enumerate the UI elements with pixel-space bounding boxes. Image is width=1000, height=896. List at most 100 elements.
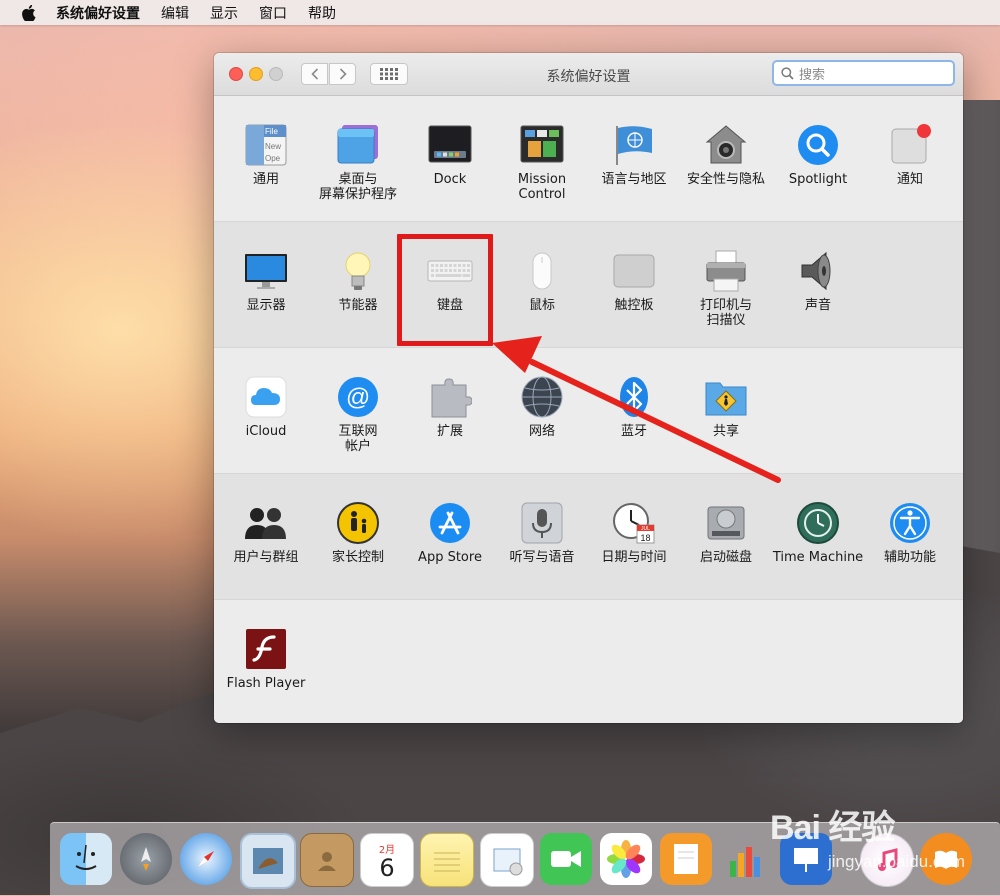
- svg-text:File: File: [265, 127, 278, 136]
- menu-bar: 系统偏好设置 编辑 显示 窗口 帮助: [0, 0, 1000, 25]
- pane-dock[interactable]: Dock: [404, 122, 496, 187]
- mail-icon[interactable]: [240, 833, 296, 889]
- pane-label: 通用: [252, 172, 279, 187]
- svg-text:Ope: Ope: [265, 154, 281, 163]
- pane-label: 共享: [712, 424, 739, 439]
- pane-bluetooth[interactable]: 蓝牙: [588, 374, 680, 439]
- pane-label: 扩展: [436, 424, 463, 439]
- pane-general[interactable]: File New Ope 通用: [220, 122, 312, 187]
- startup-disk-icon: [703, 500, 749, 546]
- pages-icon[interactable]: [660, 833, 712, 885]
- pane-internet-accounts[interactable]: @ 互联网 帐户: [312, 374, 404, 454]
- apple-logo-icon[interactable]: [22, 4, 36, 21]
- facetime-icon[interactable]: [540, 833, 592, 885]
- flash-player-icon: [243, 626, 289, 672]
- menu-edit[interactable]: 编辑: [161, 3, 189, 23]
- pane-label: 语言与地区: [601, 172, 667, 187]
- sharing-icon: [703, 374, 749, 420]
- network-icon: [519, 374, 565, 420]
- pane-app-store[interactable]: App Store: [404, 500, 496, 565]
- pane-startup-disk[interactable]: 启动磁盘: [680, 500, 772, 565]
- section-personal: File New Ope 通用 桌面与 屏幕保护程序 Dock Mission …: [214, 96, 963, 222]
- mouse-icon: [519, 248, 565, 294]
- pane-network[interactable]: 网络: [496, 374, 588, 439]
- icloud-icon: [243, 374, 289, 420]
- extensions-icon: [427, 374, 473, 420]
- pane-spotlight[interactable]: Spotlight: [772, 122, 864, 187]
- pane-label: 互联网 帐户: [338, 424, 378, 454]
- pane-sound[interactable]: 声音: [772, 248, 864, 313]
- baidu-watermark: Bai 经验 jingyan.baidu.com: [770, 792, 1000, 895]
- trackpad-icon: [611, 248, 657, 294]
- pane-label: 蓝牙: [620, 424, 647, 439]
- notes-icon[interactable]: [420, 833, 474, 887]
- pane-mouse[interactable]: 鼠标: [496, 248, 588, 313]
- pane-trackpad[interactable]: 触控板: [588, 248, 680, 313]
- users-groups-icon: [243, 500, 289, 546]
- pane-label: Dock: [433, 172, 467, 187]
- menu-window[interactable]: 窗口: [259, 3, 287, 23]
- bluetooth-icon: [611, 374, 657, 420]
- svg-text:@: @: [346, 384, 370, 411]
- pane-label: Time Machine: [772, 550, 864, 565]
- photos-icon[interactable]: [600, 833, 652, 885]
- pane-desktop-screensaver[interactable]: 桌面与 屏幕保护程序: [312, 122, 404, 202]
- security-privacy-icon: [703, 122, 749, 168]
- system-preferences-window: 系统偏好设置 搜索 File New Ope 通用 桌面与 屏幕保护程序 Doc…: [214, 53, 963, 723]
- menu-view[interactable]: 显示: [210, 3, 238, 23]
- spotlight-icon: [795, 122, 841, 168]
- pane-time-machine[interactable]: Time Machine: [772, 500, 864, 565]
- desktop-screensaver-icon: [335, 122, 381, 168]
- pane-dictation-speech[interactable]: 听写与语音: [496, 500, 588, 565]
- section-hardware: 显示器 节能器 键盘 鼠标 触控板 打印机与 扫描仪 声音: [214, 222, 963, 348]
- notifications-icon: [887, 122, 933, 168]
- pane-icloud[interactable]: iCloud: [220, 374, 312, 439]
- pane-label: Spotlight: [788, 172, 848, 187]
- internet-accounts-icon: @: [335, 374, 381, 420]
- pane-label: 听写与语音: [509, 550, 575, 565]
- numbers-icon[interactable]: [720, 833, 772, 885]
- calendar-icon[interactable]: 2月 6: [360, 833, 414, 887]
- menu-help[interactable]: 帮助: [308, 3, 336, 23]
- pane-printers-scanners[interactable]: 打印机与 扫描仪: [680, 248, 772, 328]
- pane-accessibility[interactable]: 辅助功能: [864, 500, 956, 565]
- pane-mission-control[interactable]: Mission Control: [496, 122, 588, 202]
- pane-parental-controls[interactable]: 家长控制: [312, 500, 404, 565]
- search-field[interactable]: 搜索: [772, 60, 955, 86]
- pane-notifications[interactable]: 通知: [864, 122, 956, 187]
- dictation-speech-icon: [519, 500, 565, 546]
- safari-icon[interactable]: [180, 833, 232, 885]
- pane-label: 通知: [896, 172, 923, 187]
- svg-text:New: New: [265, 142, 281, 151]
- pane-users-groups[interactable]: 用户与群组: [220, 500, 312, 565]
- pane-language-region[interactable]: 语言与地区: [588, 122, 680, 187]
- menu-app-name[interactable]: 系统偏好设置: [56, 3, 140, 23]
- contacts-icon[interactable]: [300, 833, 354, 887]
- reminders-icon[interactable]: [480, 833, 534, 887]
- section-system: 用户与群组 家长控制 App Store 听写与语音 JUL 18 日期与时间 …: [214, 474, 963, 600]
- pane-sharing[interactable]: 共享: [680, 374, 772, 439]
- search-placeholder: 搜索: [799, 67, 826, 83]
- pane-extensions[interactable]: 扩展: [404, 374, 496, 439]
- sound-icon: [795, 248, 841, 294]
- pane-label: Flash Player: [226, 676, 306, 691]
- svg-text:18: 18: [640, 533, 650, 543]
- pane-label: 声音: [804, 298, 831, 313]
- pane-label: Mission Control: [517, 172, 567, 202]
- pane-displays[interactable]: 显示器: [220, 248, 312, 313]
- finder-icon[interactable]: [60, 833, 112, 885]
- app-store-icon: [427, 500, 473, 546]
- pane-date-time[interactable]: JUL 18 日期与时间: [588, 500, 680, 565]
- launchpad-icon[interactable]: [120, 833, 172, 885]
- pane-security-privacy[interactable]: 安全性与隐私: [680, 122, 772, 187]
- pane-label: 显示器: [246, 298, 286, 313]
- keyboard-highlight-box: [397, 234, 493, 346]
- pane-flash-player[interactable]: Flash Player: [220, 626, 312, 691]
- pane-label: 启动磁盘: [699, 550, 752, 565]
- section-other: Flash Player: [214, 600, 963, 723]
- search-icon: [781, 66, 794, 80]
- window-titlebar: 系统偏好设置 搜索: [214, 53, 963, 96]
- parental-controls-icon: [335, 500, 381, 546]
- pane-energy-saver[interactable]: 节能器: [312, 248, 404, 313]
- accessibility-icon: [887, 500, 933, 546]
